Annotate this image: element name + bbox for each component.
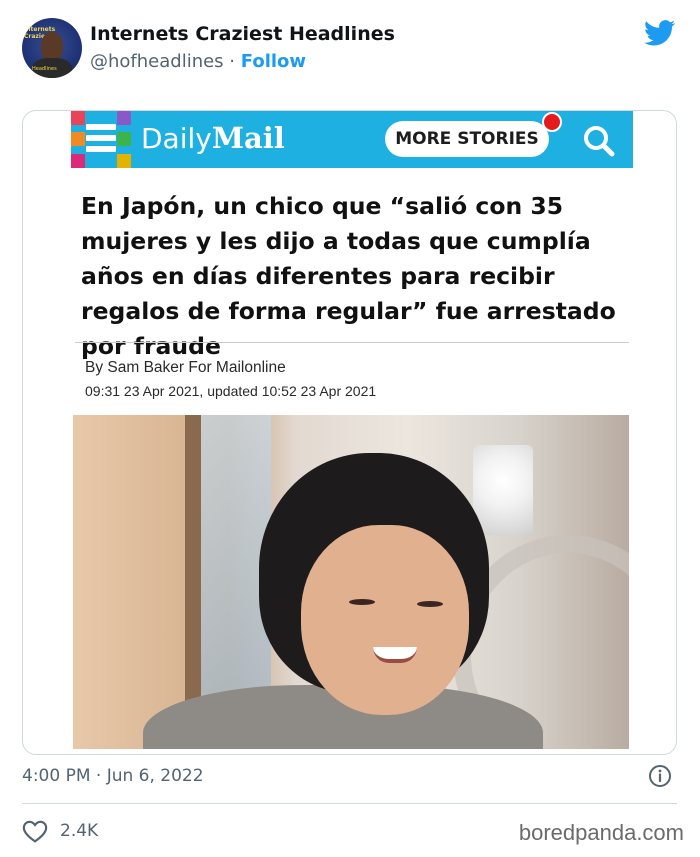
divider <box>75 342 629 343</box>
menu-lines <box>86 124 116 157</box>
byline: By Sam Baker For Mailonline <box>85 359 286 376</box>
menu-icon[interactable] <box>71 111 131 168</box>
logo-light: Daily <box>141 122 212 155</box>
article-card[interactable]: DailyMail MORE STORIES En Japón, un chic… <box>22 110 677 755</box>
avatar-caption-bottom: Headlines <box>32 66 57 72</box>
photo-lamp <box>473 445 533 535</box>
handle[interactable]: @hofheadlines <box>90 51 224 72</box>
follow-button[interactable]: Follow <box>241 51 306 72</box>
menu-tile <box>117 111 131 125</box>
tweet-timestamp[interactable]: 4:00 PM · Jun 6, 2022 <box>22 766 204 786</box>
search-icon[interactable] <box>579 121 619 161</box>
like-action[interactable]: 2.4K <box>22 818 98 844</box>
menu-tile <box>117 132 131 146</box>
footer-divider <box>22 803 677 804</box>
menu-tile <box>71 132 85 146</box>
article-headline[interactable]: En Japón, un chico que “salió con 35 muj… <box>81 189 651 364</box>
info-icon[interactable] <box>648 764 672 788</box>
menu-tile <box>71 154 85 168</box>
display-name[interactable]: Internets Craziest Headlines <box>90 23 395 45</box>
article-photo <box>73 415 629 749</box>
twitter-bird-icon[interactable] <box>644 20 676 46</box>
menu-tile <box>71 111 85 125</box>
source-watermark: boredpanda.com <box>518 820 684 845</box>
tweet-header: Internets Craziest Headlines Internets C… <box>22 16 682 80</box>
dailymail-logo[interactable]: DailyMail <box>141 121 285 155</box>
like-count: 2.4K <box>60 821 99 841</box>
handle-row: @hofheadlines · Follow <box>90 51 306 72</box>
photo-eye <box>349 599 375 605</box>
notification-dot <box>542 112 562 132</box>
photo-eye <box>417 601 443 607</box>
photo-face <box>301 525 469 715</box>
dailymail-nav-bar: DailyMail MORE STORIES <box>71 111 633 168</box>
separator: · <box>229 51 236 72</box>
avatar[interactable]: Internets Craziest Headlines <box>22 18 82 78</box>
menu-tile <box>117 154 131 168</box>
more-stories-button[interactable]: MORE STORIES <box>385 121 549 157</box>
logo-bold: Mail <box>211 121 285 155</box>
heart-icon[interactable] <box>22 819 48 843</box>
article-dates: 09:31 23 Apr 2021, updated 10:52 23 Apr … <box>85 383 377 399</box>
